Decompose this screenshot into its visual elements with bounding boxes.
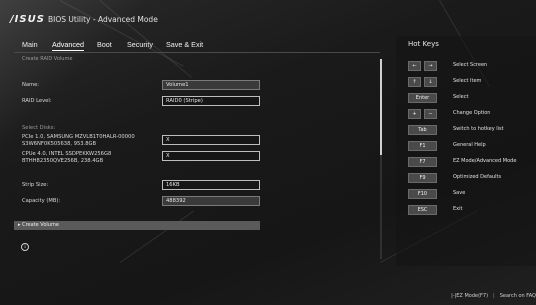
bottom-links: |-|EZ Mode(F7) | Search on FAQ [451,293,536,299]
tab-save-exit[interactable]: Save & Exit [166,40,203,49]
app-title: BIOS Utility - Advanced Mode [48,15,158,24]
scrollbar[interactable] [380,59,382,259]
disk-1-serial: S3W6NF0K505638, 953.8GB [22,140,97,147]
hotkey-desc: Exit [453,206,463,212]
f7-key[interactable]: F7 [408,157,437,167]
disk-1-select[interactable]: X [162,135,260,145]
down-arrow-key[interactable]: ↓ [424,77,437,87]
tab-boot[interactable]: Boot [97,40,112,49]
tab-advanced[interactable]: Advanced [52,40,84,51]
hotkey-desc: Switch to hotkey list [453,126,504,132]
plus-key[interactable]: + [408,109,421,119]
strip-size-select[interactable]: 16KB [162,180,260,190]
tab-security[interactable]: Security [127,40,153,49]
tab-main[interactable]: Main [22,40,38,49]
raid-level-label: RAID Level: [22,98,52,104]
name-field[interactable]: Volume1 [162,80,260,90]
name-label: Name: [22,82,40,88]
bottom-bar: |-|EZ Mode(F7) | Search on FAQ [0,266,536,305]
disk-2-select[interactable]: X [162,151,260,161]
scrollbar-thumb[interactable] [380,59,382,155]
section-title: Create RAID Volume [22,56,73,62]
esc-key[interactable]: ESC [408,205,437,215]
disk-2-model: CPUe 4.0, INTEL SSDPEKKW256G8 [22,151,112,157]
info-icon: i [21,243,29,251]
right-arrow-key[interactable]: → [424,61,437,71]
separator: | [493,293,495,299]
hotkey-desc: Select [453,94,469,100]
hotkey-desc: EZ Mode/Advanced Mode [453,158,517,164]
strip-size-label: Strip Size: [22,182,49,188]
f10-key[interactable]: F10 [408,189,437,199]
ez-mode-link[interactable]: |-|EZ Mode(F7) [451,293,488,299]
menu-divider [14,52,380,53]
f9-key[interactable]: F9 [408,173,437,183]
disk-2-serial: BTHH82350QVE256B, 238.4GB [22,157,104,164]
enter-key[interactable]: Enter [408,93,437,103]
disk-1-model: PCIe 1.0, SAMSUNG MZVLB1T0HALR-00000 [22,134,135,140]
hotkeys-panel: Hot Keys ← → Select Screen ↑ ↓ Select It… [396,36,536,266]
disk-1-label: PCIe 1.0, SAMSUNG MZVLB1T0HALR-00000 S3W… [22,134,135,147]
raid-level-select[interactable]: RAID0 (Stripe) [162,96,260,106]
capacity-label: Capacity (MB): [22,198,61,204]
asus-logo: /ISUS [10,14,45,25]
minus-key[interactable]: − [424,109,437,119]
main-panel: Create RAID Volume Name: Volume1 RAID Le… [14,56,380,266]
hotkey-desc: Change Option [453,110,491,116]
select-disks-label: Select Disks: [22,125,56,131]
top-bar: /ISUS BIOS Utility - Advanced Mode [0,0,536,36]
hotkey-desc: Save [453,190,466,196]
hotkey-desc: Optimized Defaults [453,174,502,180]
hotkey-desc: General Help [453,142,486,148]
disk-2-label: CPUe 4.0, INTEL SSDPEKKW256G8 BTHH82350Q… [22,151,111,164]
hotkeys-title: Hot Keys [408,40,439,48]
capacity-field[interactable]: 488392 [162,196,260,206]
hotkey-desc: Select Screen [453,62,488,68]
left-arrow-key[interactable]: ← [408,61,421,71]
search-faq-link[interactable]: Search on FAQ [500,293,536,299]
up-arrow-key[interactable]: ↑ [408,77,421,87]
tab-key[interactable]: Tab [408,125,437,135]
f1-key[interactable]: F1 [408,141,437,151]
create-volume-button[interactable]: ▸ Create Volume [14,221,260,230]
hotkey-desc: Select Item [453,78,482,84]
